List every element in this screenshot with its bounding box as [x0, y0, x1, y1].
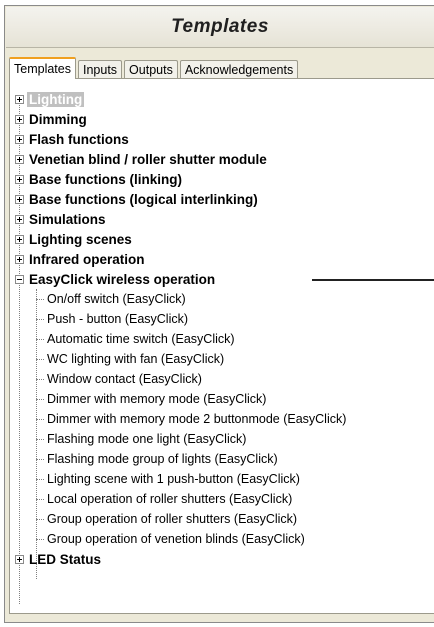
- tree-connector: [36, 358, 44, 360]
- tree-node-dimming[interactable]: Dimming: [15, 109, 89, 129]
- tree-leaf-label: Automatic time switch (EasyClick): [47, 332, 235, 346]
- expand-icon[interactable]: [15, 194, 24, 204]
- tree-node-label: Dimming: [29, 111, 87, 127]
- tree-node-easyclick[interactable]: EasyClick wireless operation: [15, 269, 217, 289]
- tree-node-label: Base functions (linking): [29, 171, 183, 187]
- tab-inputs[interactable]: Inputs: [77, 60, 123, 78]
- tree-connector: [36, 458, 44, 460]
- tree-panel: Lighting Dimming Flash functions Venetia…: [9, 78, 434, 614]
- tree-leaf[interactable]: Flashing mode one light (EasyClick): [36, 429, 246, 449]
- tree-connector: [36, 318, 44, 320]
- tree-leaf-label: Group operation of venetion blinds (Easy…: [47, 532, 305, 546]
- tab-outputs[interactable]: Outputs: [124, 60, 178, 78]
- tree-node-venetian-blind[interactable]: Venetian blind / roller shutter module: [15, 149, 269, 169]
- tree-leaf-label: Lighting scene with 1 push-button (EasyC…: [47, 472, 300, 486]
- collapse-icon[interactable]: [15, 274, 24, 284]
- tree-leaf-label: On/off switch (EasyClick): [47, 292, 186, 306]
- expand-icon[interactable]: [15, 554, 24, 564]
- tree-node-led-status[interactable]: LED Status: [15, 549, 103, 569]
- tree-connector: [36, 338, 44, 340]
- tree-connector: [36, 398, 44, 400]
- window-title: Templates: [6, 7, 434, 48]
- expand-icon[interactable]: [15, 134, 24, 144]
- tree-leaf[interactable]: Window contact (EasyClick): [36, 369, 202, 389]
- tree-leaf-label: Push - button (EasyClick): [47, 312, 189, 326]
- tree-leaf[interactable]: Group operation of venetion blinds (Easy…: [36, 529, 305, 549]
- tree-node-infrared-operation[interactable]: Infrared operation: [15, 249, 147, 269]
- tree-leaf-label: WC lighting with fan (EasyClick): [47, 352, 225, 366]
- tree-connector: [36, 498, 44, 500]
- expand-icon[interactable]: [15, 214, 24, 224]
- tree-connector: [36, 438, 44, 440]
- expand-icon[interactable]: [15, 254, 24, 264]
- tree-node-simulations[interactable]: Simulations: [15, 209, 108, 229]
- tree-leaf[interactable]: Automatic time switch (EasyClick): [36, 329, 235, 349]
- annotation-line: [312, 279, 434, 281]
- tree-leaf-label: Group operation of roller shutters (Easy…: [47, 512, 298, 526]
- tree-leaf-label: Dimmer with memory mode (EasyClick): [47, 392, 267, 406]
- tree-leaf-label: Flashing mode one light (EasyClick): [47, 432, 247, 446]
- tree-node-base-functions-logical[interactable]: Base functions (logical interlinking): [15, 189, 260, 209]
- expand-icon[interactable]: [15, 154, 24, 164]
- tree-leaf[interactable]: Push - button (EasyClick): [36, 309, 188, 329]
- template-tree: Lighting Dimming Flash functions Venetia…: [10, 79, 434, 613]
- tree-leaf[interactable]: On/off switch (EasyClick): [36, 289, 186, 309]
- expand-icon[interactable]: [15, 174, 24, 184]
- tree-node-label: Venetian blind / roller shutter module: [29, 151, 267, 167]
- tree-node-label: EasyClick wireless operation: [29, 271, 216, 287]
- expand-icon[interactable]: [15, 114, 24, 124]
- tree-leaf[interactable]: Lighting scene with 1 push-button (EasyC…: [36, 469, 300, 489]
- tree-node-label: LED Status: [29, 551, 102, 567]
- tree-leaf-label: Window contact (EasyClick): [47, 372, 202, 386]
- tree-leaf-label: Dimmer with memory mode 2 buttonmode (Ea…: [47, 412, 347, 426]
- tree-connector: [36, 378, 44, 380]
- tree-connector: [36, 478, 44, 480]
- tree-node-label: Flash functions: [29, 131, 129, 147]
- tree-leaf[interactable]: WC lighting with fan (EasyClick): [36, 349, 224, 369]
- tree-node-label: Infrared operation: [29, 251, 145, 267]
- tab-acknowledgements[interactable]: Acknowledgements: [179, 60, 299, 78]
- templates-window: Templates Templates Inputs Outputs Ackno…: [4, 5, 434, 623]
- tree-node-label: Base functions (logical interlinking): [29, 191, 258, 207]
- tree-connector: [36, 518, 44, 520]
- tree-leaf[interactable]: Dimmer with memory mode (EasyClick): [36, 389, 266, 409]
- tree-connector: [36, 298, 44, 300]
- tree-node-flash-functions[interactable]: Flash functions: [15, 129, 131, 149]
- tree-node-label: Simulations: [29, 211, 106, 227]
- tab-bar: Templates Inputs Outputs Acknowledgement…: [9, 56, 300, 79]
- tree-leaf[interactable]: Dimmer with memory mode 2 buttonmode (Ea…: [36, 409, 346, 429]
- tree-leaf-label: Flashing mode group of lights (EasyClick…: [47, 452, 278, 466]
- tree-node-label: Lighting scenes: [29, 231, 132, 247]
- tree-leaf-label: Local operation of roller shutters (Easy…: [47, 492, 293, 506]
- expand-icon[interactable]: [15, 234, 24, 244]
- tree-leaf[interactable]: Flashing mode group of lights (EasyClick…: [36, 449, 278, 469]
- expand-icon[interactable]: [15, 94, 24, 104]
- tree-leaf[interactable]: Local operation of roller shutters (Easy…: [36, 489, 292, 509]
- tree-node-label: Lighting: [27, 91, 85, 107]
- tree-connector: [36, 538, 44, 540]
- tree-connector: [36, 418, 44, 420]
- tree-node-base-functions-linking[interactable]: Base functions (linking): [15, 169, 184, 189]
- tree-leaf[interactable]: Group operation of roller shutters (Easy…: [36, 509, 297, 529]
- tab-templates[interactable]: Templates: [9, 57, 76, 79]
- tree-node-lighting[interactable]: Lighting: [15, 89, 85, 109]
- tree-node-lighting-scenes[interactable]: Lighting scenes: [15, 229, 134, 249]
